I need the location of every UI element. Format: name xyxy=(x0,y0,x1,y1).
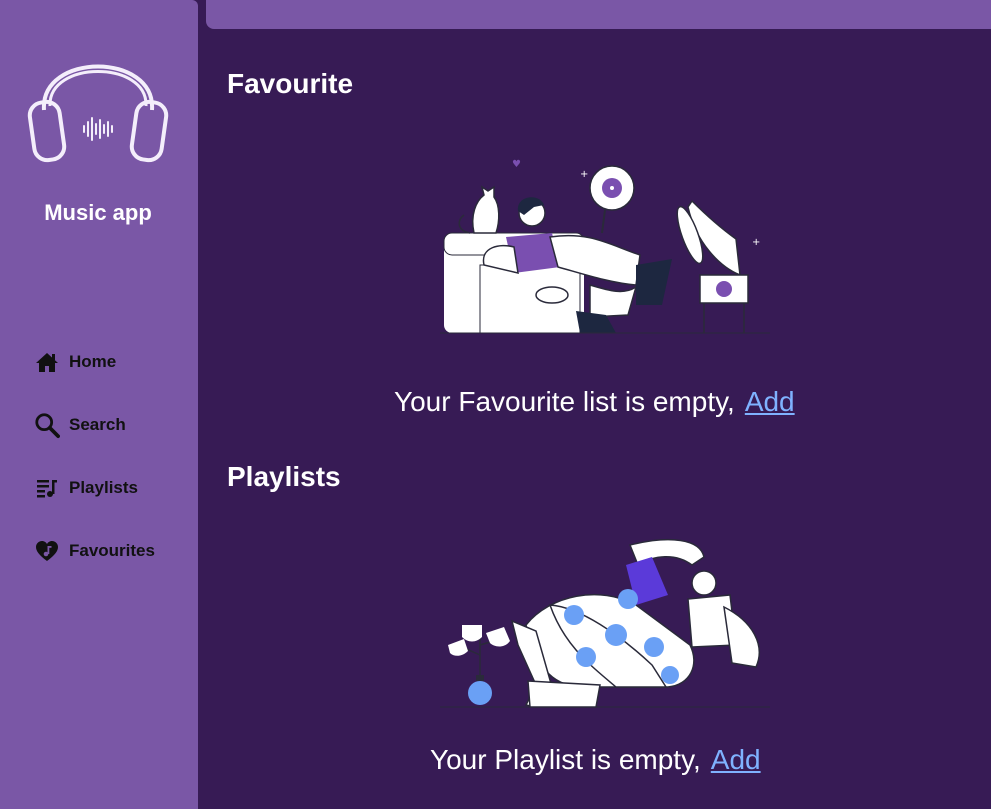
playlists-section-title: Playlists xyxy=(227,461,341,492)
svg-text:+: + xyxy=(580,169,588,180)
sidebar-item-search[interactable]: Search xyxy=(34,407,126,443)
svg-text:+: + xyxy=(752,237,760,248)
person-reading-with-flowers-illustration xyxy=(440,538,770,708)
sidebar-item-playlists[interactable]: Playlists xyxy=(34,470,138,506)
favourite-section-title: Favourite xyxy=(227,68,354,99)
search-icon xyxy=(34,412,60,438)
playlists-empty-message: Your Playlist is empty, Add xyxy=(430,744,761,776)
playlist-icon xyxy=(34,475,60,501)
sidebar-item-label: Search xyxy=(69,415,126,434)
sidebar-item-favourites[interactable]: Favourites xyxy=(34,533,155,569)
top-bar xyxy=(206,0,991,29)
favourite-empty-message: Your Favourite list is empty, Add xyxy=(394,386,795,418)
home-icon xyxy=(34,349,60,375)
sidebar: Music app Home Search Playlists Favourit… xyxy=(0,0,198,809)
sidebar-item-label: Playlists xyxy=(69,478,138,497)
person-on-sofa-with-gramophone-illustration: ♥ + + xyxy=(440,159,770,334)
playlists-add-link[interactable]: Add xyxy=(711,744,761,775)
headphones-logo-icon xyxy=(27,64,169,163)
sidebar-item-home[interactable]: Home xyxy=(34,344,116,380)
playlists-empty-text: Your Playlist is empty, xyxy=(430,744,701,775)
svg-text:♥: ♥ xyxy=(512,159,521,170)
app-name: Music app xyxy=(44,200,152,225)
heart-music-icon xyxy=(34,538,60,564)
sidebar-item-label: Favourites xyxy=(69,541,155,560)
favourite-empty-text: Your Favourite list is empty, xyxy=(394,386,735,417)
favourite-add-link[interactable]: Add xyxy=(745,386,795,417)
sidebar-item-label: Home xyxy=(69,352,117,371)
